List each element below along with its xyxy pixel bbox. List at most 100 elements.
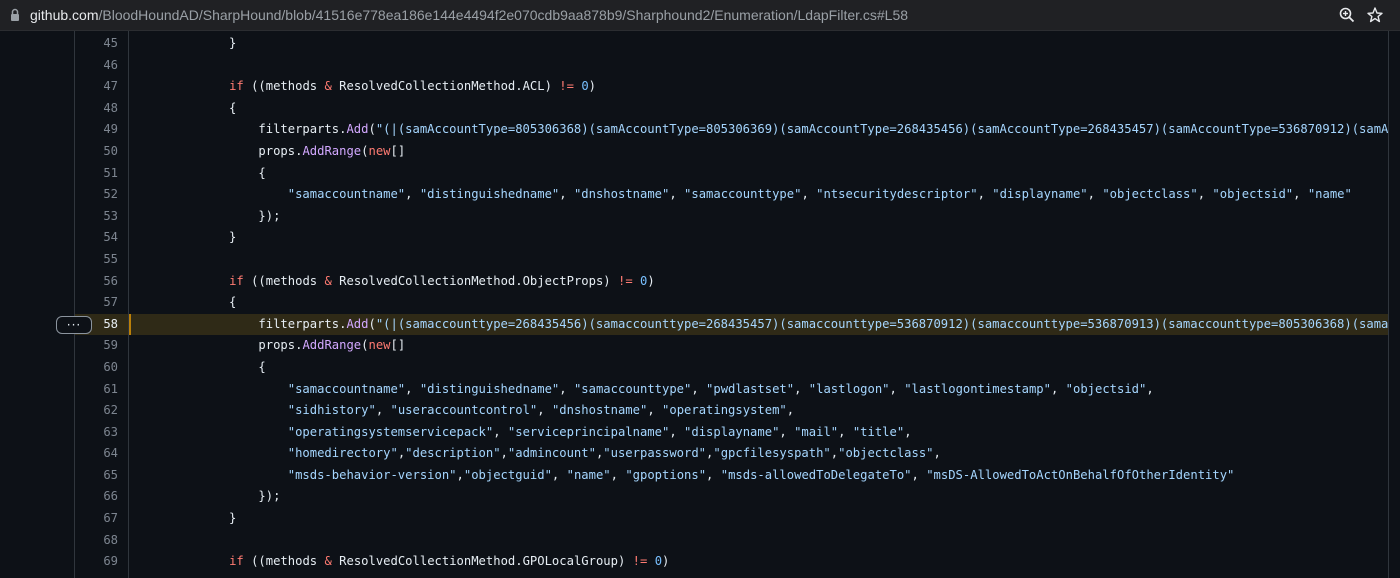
line-number[interactable]: 68 bbox=[75, 530, 118, 552]
line-number[interactable]: 69 bbox=[75, 551, 118, 573]
code-content: "samaccountname", "distinguishedname", "… bbox=[141, 379, 1154, 401]
code-token: "homedirectory" bbox=[287, 446, 398, 461]
code-token: "lastlogon" bbox=[808, 381, 890, 396]
line-number[interactable]: 50 bbox=[75, 141, 118, 163]
code-token: , bbox=[1146, 381, 1154, 396]
code-content: { bbox=[141, 357, 265, 379]
code-content: props.AddRange(new[] bbox=[141, 141, 405, 163]
line-number[interactable]: 49 bbox=[75, 119, 118, 141]
code-token: != bbox=[632, 554, 648, 569]
code-token: "title" bbox=[852, 424, 905, 439]
line-number[interactable]: 66 bbox=[75, 486, 118, 508]
code-token: , bbox=[500, 446, 508, 461]
code-token: & bbox=[324, 273, 332, 288]
code-content: props.AddRange(new[] bbox=[141, 335, 405, 357]
code-content: } bbox=[141, 227, 236, 249]
code-content: }); bbox=[141, 206, 280, 228]
code-token: ResolvedCollectionMethod.ACL) bbox=[331, 79, 560, 94]
code-token: , bbox=[559, 187, 574, 202]
code-token: , bbox=[610, 467, 626, 482]
gutter-divider bbox=[128, 31, 129, 578]
code-token: , bbox=[889, 381, 905, 396]
code-token: "dnshostname" bbox=[573, 187, 670, 202]
code-token: "msds-allowedToDelegateTo" bbox=[720, 467, 912, 482]
code-token: , bbox=[1293, 187, 1308, 202]
line-number[interactable]: 47 bbox=[75, 76, 118, 98]
line-number[interactable]: 64 bbox=[75, 443, 118, 465]
code-token: ) bbox=[662, 554, 670, 569]
code-token: props. bbox=[141, 338, 303, 353]
line-number[interactable]: 57 bbox=[75, 292, 118, 314]
line-number[interactable]: 52 bbox=[75, 184, 118, 206]
line-number[interactable]: 45 bbox=[75, 33, 118, 55]
code-token: , bbox=[794, 381, 809, 396]
code-token: "distinguishedname" bbox=[419, 187, 560, 202]
code-token: != bbox=[617, 273, 633, 288]
line-number[interactable]: 54 bbox=[75, 227, 118, 249]
line-number[interactable]: 63 bbox=[75, 422, 118, 444]
zoom-icon[interactable] bbox=[1338, 6, 1356, 24]
code-token: ((methods bbox=[243, 79, 325, 94]
code-line-65: 65 "msds-behavior-version","objectguid",… bbox=[75, 465, 1390, 487]
code-token: , bbox=[669, 187, 685, 202]
line-number[interactable]: 59 bbox=[75, 335, 118, 357]
code-token: "samaccounttype" bbox=[684, 187, 802, 202]
lock-icon bbox=[11, 8, 19, 21]
line-options-button[interactable]: ··· bbox=[56, 316, 92, 334]
code-token: "msDS-AllowedToActOnBehalfOfOtherIdentit… bbox=[926, 467, 1235, 482]
code-token: , bbox=[537, 403, 552, 418]
code-line-60: 60 { bbox=[75, 357, 1390, 379]
line-number[interactable]: 51 bbox=[75, 163, 118, 185]
line-number[interactable]: 55 bbox=[75, 249, 118, 271]
code-token: ((methods bbox=[243, 554, 325, 569]
code-token: , bbox=[1197, 187, 1213, 202]
code-token: , bbox=[838, 424, 853, 439]
address-bar[interactable]: github.com/BloodHoundAD/SharpHound/blob/… bbox=[0, 0, 1400, 31]
code-content: if ((methods & ResolvedCollectionMethod.… bbox=[141, 271, 655, 293]
code-token: , bbox=[933, 446, 941, 461]
line-number[interactable]: 48 bbox=[75, 98, 118, 120]
code-token: , bbox=[911, 467, 927, 482]
code-token: , bbox=[456, 467, 464, 482]
code-token: } bbox=[141, 230, 237, 245]
code-token: "samaccounttype" bbox=[573, 381, 692, 396]
url-text[interactable]: github.com/BloodHoundAD/SharpHound/blob/… bbox=[30, 7, 908, 23]
code-token: , bbox=[706, 467, 721, 482]
code-token: ( bbox=[368, 122, 376, 137]
code-token: "displayname" bbox=[992, 187, 1088, 202]
code-token: "pwdlastset" bbox=[706, 381, 795, 396]
line-number[interactable]: 56 bbox=[75, 271, 118, 293]
code-line-67: 67 } bbox=[75, 508, 1390, 530]
line-number[interactable]: 65 bbox=[75, 465, 118, 487]
code-token: Add bbox=[346, 316, 369, 331]
line-number[interactable]: 67 bbox=[75, 508, 118, 530]
line-number[interactable]: 60 bbox=[75, 357, 118, 379]
line-number[interactable]: 61 bbox=[75, 379, 118, 401]
url-host: github.com bbox=[30, 7, 99, 23]
line-number[interactable]: 46 bbox=[75, 55, 118, 77]
code-token: "objectsid" bbox=[1065, 381, 1147, 396]
code-view[interactable]: 45 } 46 47 if ((methods & ResolvedCollecti… bbox=[74, 31, 1390, 578]
code-token: 0 bbox=[654, 554, 663, 569]
line-number[interactable]: 53 bbox=[75, 206, 118, 228]
code-lines: 45 } 46 47 if ((methods & ResolvedCollecti… bbox=[75, 33, 1390, 573]
line-number[interactable]: 62 bbox=[75, 400, 118, 422]
code-token: "admincount" bbox=[507, 446, 596, 461]
code-token: , bbox=[405, 187, 420, 202]
code-token: new bbox=[368, 338, 391, 353]
code-token: , bbox=[904, 424, 912, 439]
code-token: ResolvedCollectionMethod.GPOLocalGroup) bbox=[331, 554, 633, 569]
code-token: props. bbox=[141, 143, 303, 158]
code-token: "(|(samAccountType=805306368)(samAccount… bbox=[375, 122, 1390, 137]
code-token: , bbox=[977, 187, 993, 202]
code-token: if bbox=[229, 79, 244, 94]
scrollbar-track[interactable] bbox=[1389, 31, 1400, 578]
code-token: , bbox=[691, 381, 707, 396]
code-line-45: 45 } bbox=[75, 33, 1390, 55]
code-token: if bbox=[229, 273, 244, 288]
star-icon[interactable] bbox=[1366, 6, 1384, 24]
code-token: filterparts. bbox=[141, 122, 347, 137]
